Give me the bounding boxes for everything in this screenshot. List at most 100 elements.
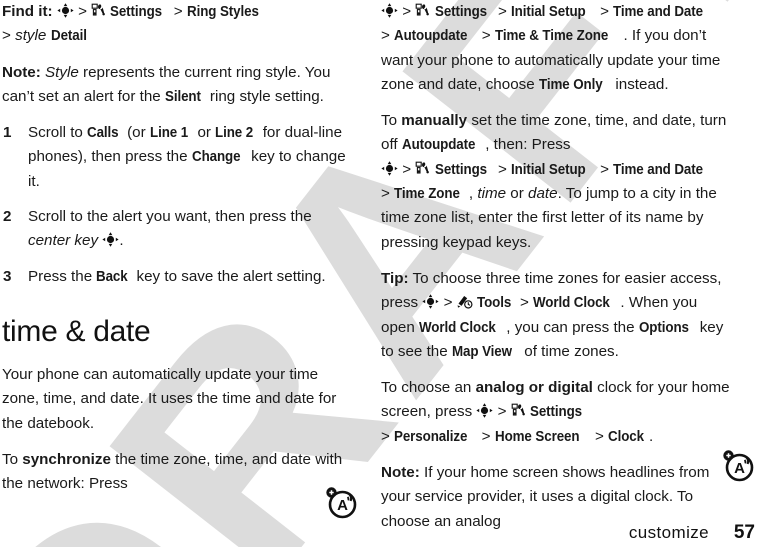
manual-time-zone: Time Zone: [394, 185, 460, 203]
note-text-2: ring style setting.: [205, 87, 324, 105]
tools-clock-icon: [457, 294, 473, 309]
tip-t3: , you can press the: [506, 318, 639, 336]
analog-t1: To choose an: [381, 379, 476, 397]
footer-page-number: 57: [733, 522, 755, 543]
step-1-t1: Scroll to: [28, 124, 88, 142]
tip-world-clock-2: World Clock: [419, 318, 496, 336]
synchronize-paragraph: To synchronize the time zone, time, and …: [2, 448, 355, 497]
tip-t5: of time zones.: [520, 342, 619, 360]
sync-autoupdate: Autoupdate: [394, 27, 468, 45]
analog-paragraph: To choose an analog or digital clock for…: [381, 376, 734, 449]
settings-tools-icon: [415, 3, 430, 18]
tip-map-view: Map View: [451, 342, 512, 360]
sync-bold-term: synchronize: [22, 450, 111, 468]
find-it-settings: Settings: [110, 3, 163, 20]
manual-autoupdate: Autoupdate: [401, 136, 476, 154]
center-key-icon: [57, 3, 74, 18]
settings-tools-icon: [91, 3, 106, 18]
tip-world-clock: World Clock: [533, 294, 610, 312]
svg-text:A: A: [734, 460, 745, 477]
manual-t5: or: [506, 185, 528, 203]
step-1-number: 1: [3, 124, 12, 142]
right-column: > Settings > Initial Setup > Time and Da…: [381, 0, 734, 546]
sync-sep-2: >: [497, 3, 507, 20]
section-heading-time-and-date: time & date: [2, 314, 151, 348]
center-key-icon: [381, 161, 398, 176]
footer-section-label: customize: [628, 523, 709, 542]
analog-settings: Settings: [529, 403, 582, 421]
manual-bold-term: manually: [401, 112, 468, 130]
motorola-a-note-icon: A: [719, 445, 757, 485]
steps-list: 1 Scroll to Calls (or Line 1 or Line 2 fo…: [2, 121, 355, 289]
manual-t1: To: [381, 112, 402, 130]
find-it-ring-styles: Ring Styles: [186, 3, 259, 20]
analog-sep-4: >: [595, 427, 604, 445]
step-1-line2: Line 2: [215, 124, 254, 142]
note-paragraph-left: Note: Style represents the current ring …: [2, 61, 355, 110]
manual-settings: Settings: [434, 160, 487, 178]
left-column: Find it: > Settings > Ring Styles > styl…: [2, 0, 355, 508]
sync-path-paragraph: > Settings > Initial Setup > Time and Da…: [381, 0, 734, 97]
find-it-paragraph: Find it: > Settings > Ring Styles > styl…: [2, 0, 355, 49]
analog-clock: Clock: [608, 427, 645, 445]
step-1-t2: (or: [122, 124, 150, 142]
step-1-calls: Calls: [87, 124, 119, 142]
motorola-a-note-icon: A: [322, 482, 362, 522]
sync-sep-3: >: [600, 3, 609, 20]
step-1-t3: or: [193, 124, 216, 142]
find-it-sep-1: >: [78, 3, 87, 20]
manual-sep-2: >: [497, 160, 507, 178]
settings-tools-icon: [511, 403, 526, 418]
sync-sep-4: >: [381, 27, 390, 45]
step-3: 3 Press the Back key to save the alert se…: [2, 265, 355, 289]
step-2-number: 2: [3, 208, 12, 226]
intro-paragraph: Your phone can automatically update your…: [2, 365, 337, 432]
tip-lead: Tip:: [381, 269, 409, 287]
step-3-back: Back: [96, 267, 128, 285]
find-it-sep-2: >: [173, 3, 183, 20]
tip-options: Options: [638, 318, 689, 336]
analog-sep-2: >: [381, 427, 390, 445]
sync-sep-1: >: [402, 3, 412, 20]
analog-personalize: Personalize: [394, 427, 468, 445]
step-1-change: Change: [191, 148, 241, 166]
sync-time-only: Time Only: [538, 75, 603, 93]
manual-time-italic: time: [477, 185, 507, 203]
tip-paragraph: Tip: To choose three time zones for easi…: [381, 267, 734, 364]
svg-text:A: A: [337, 497, 348, 514]
sync-time-and-time-zone: Time & Time Zone: [494, 27, 609, 45]
step-2-center-key-italic: center key: [28, 232, 99, 250]
sync-t1: To: [2, 450, 23, 468]
step-2: 2 Scroll to the alert you want, then pres…: [2, 205, 355, 254]
manual-date-italic: date: [528, 185, 558, 203]
step-3-t2: key to save the alert setting.: [132, 267, 326, 285]
note-lead-left: Note:: [2, 63, 41, 81]
step-1-line1: Line 1: [149, 124, 189, 142]
sync-time-and-date: Time and Date: [613, 3, 704, 20]
tip-tools: Tools: [476, 294, 512, 312]
manual-t3: , then: Press: [485, 136, 571, 154]
analog-sep-1: >: [497, 403, 507, 421]
manual-time-and-date: Time and Date: [613, 160, 704, 178]
step-3-t1: Press the: [28, 267, 97, 285]
find-it-style-italic: style: [15, 27, 47, 45]
tip-sep-1: >: [443, 294, 453, 312]
note-style-italic: Style: [45, 63, 79, 81]
sync-tail-2: instead.: [611, 75, 669, 93]
center-key-icon: [102, 232, 119, 248]
manual-paragraph: To manually set the time zone, time, and…: [381, 109, 734, 255]
step-2-t2: .: [119, 232, 124, 250]
settings-tools-icon: [415, 161, 430, 176]
manual-sep-1: >: [402, 160, 412, 178]
analog-t3: .: [648, 427, 654, 445]
step-2-t1: Scroll to the alert you want, then press…: [28, 208, 312, 226]
manual-sep-4: >: [381, 185, 390, 203]
sync-settings: Settings: [434, 3, 487, 20]
note-silent-term: Silent: [164, 87, 201, 105]
find-it-label: Find it:: [2, 3, 53, 20]
find-it-detail: Detail: [50, 27, 87, 45]
sync-sep-5: >: [481, 27, 491, 45]
analog-sep-3: >: [481, 427, 491, 445]
find-it-sep-3: >: [2, 27, 11, 45]
analog-home-screen: Home Screen: [494, 427, 580, 445]
